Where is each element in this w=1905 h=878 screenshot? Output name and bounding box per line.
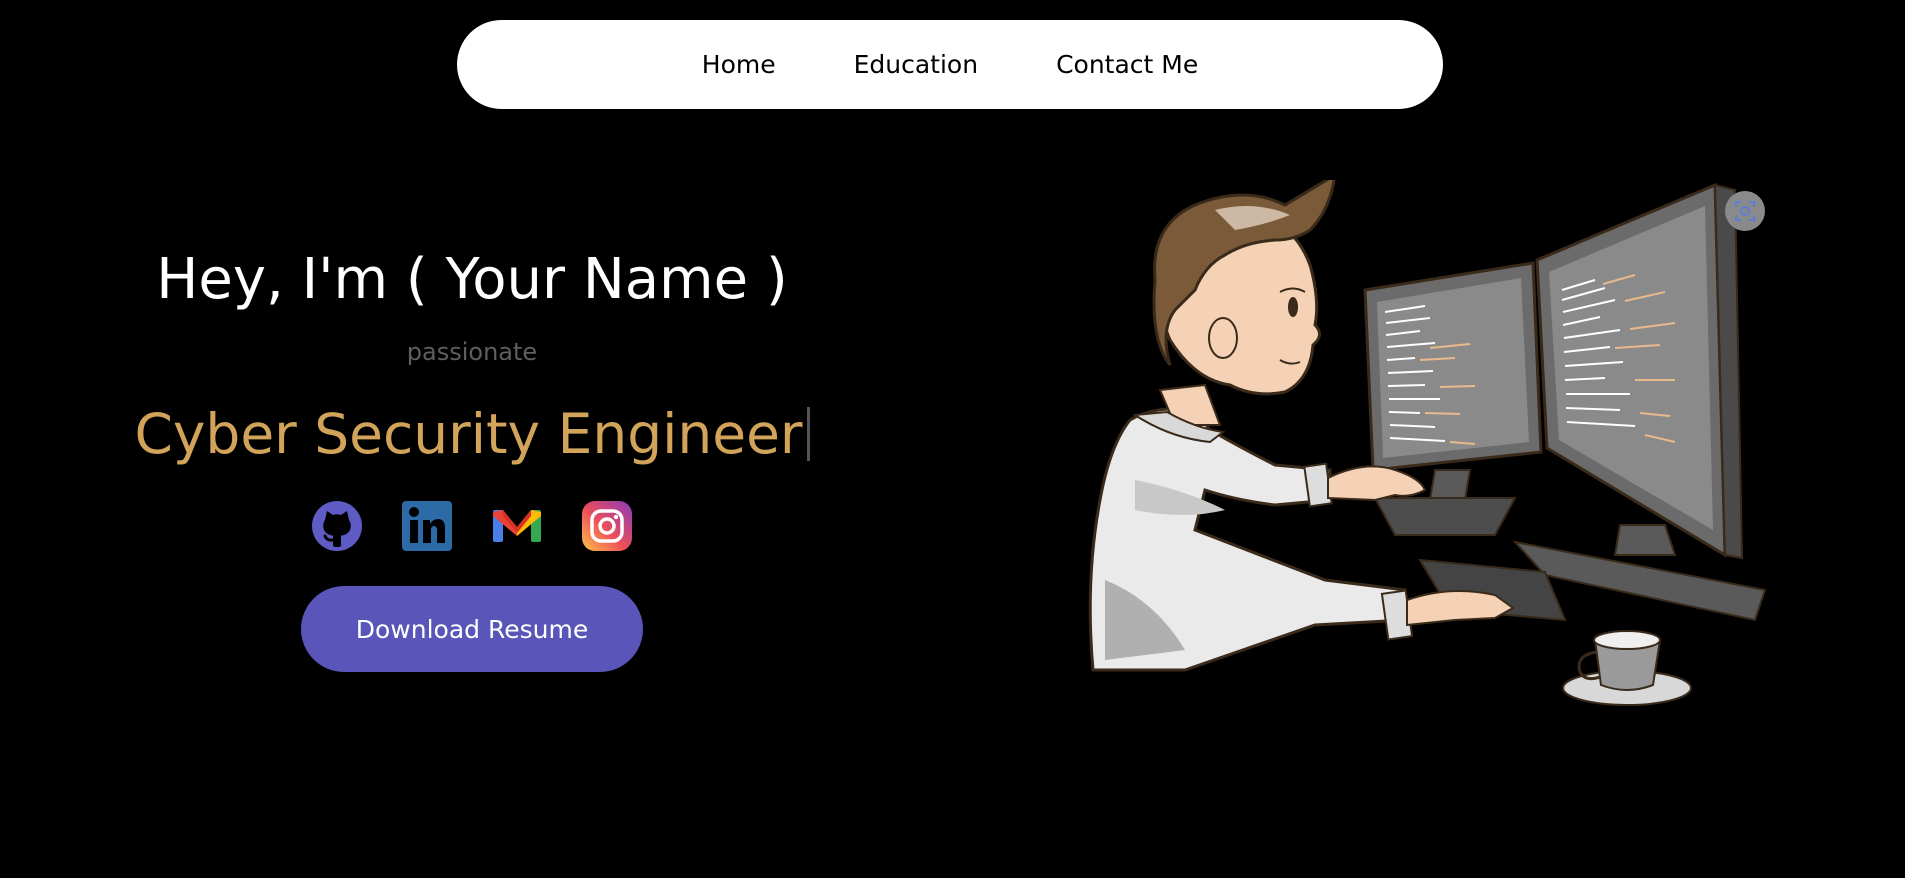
hero-role-text: Cyber Security Engineer (134, 402, 803, 466)
linkedin-link[interactable] (401, 500, 453, 552)
hero-greeting: Hey, I'm ( Your Name ) (156, 247, 788, 312)
gmail-icon (493, 510, 541, 542)
instagram-icon (582, 501, 632, 551)
image-search-button[interactable] (1725, 191, 1765, 231)
github-icon (312, 501, 362, 551)
social-links (311, 500, 633, 552)
gmail-link[interactable] (491, 500, 543, 552)
hero-role-line: Cyber Security Engineer (134, 398, 810, 470)
instagram-link[interactable] (581, 500, 633, 552)
top-navbar: Home Education Contact Me (457, 20, 1443, 109)
developer-at-computer-illustration (1075, 172, 1775, 720)
image-search-icon (1735, 201, 1755, 221)
illustration-svg (1088, 172, 1767, 706)
download-resume-button[interactable]: Download Resume (301, 586, 643, 672)
nav-education-link[interactable]: Education (854, 50, 978, 79)
github-link[interactable] (311, 500, 363, 552)
nav-home-link[interactable]: Home (702, 50, 776, 79)
linkedin-icon (402, 501, 452, 551)
typing-caret (806, 407, 810, 461)
nav-contact-link[interactable]: Contact Me (1056, 50, 1198, 79)
hero-subtitle: passionate (406, 338, 538, 366)
hero-section: Hey, I'm ( Your Name ) passionate Cyber … (100, 240, 844, 672)
